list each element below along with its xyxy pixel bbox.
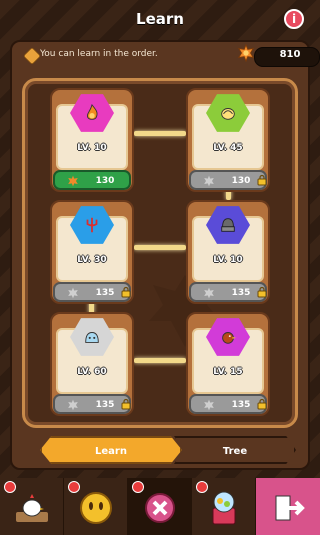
skill-level: LV. 30 [77,255,107,265]
connector [134,358,186,363]
skill-card[interactable]: LV. 10 135 [186,200,270,304]
exit-button[interactable] [256,478,320,535]
skill-level: LV. 10 [77,143,107,153]
lock-icon [121,286,131,298]
coin-face-icon [80,492,112,524]
skill-cost: 130 [95,176,115,186]
lock-icon [257,174,267,186]
skill-cost: 135 [95,288,115,298]
nav-close-button[interactable] [128,478,192,535]
skill-card[interactable]: LV. 30 135 [50,200,134,304]
order-bar: You can learn in the order. 810 [16,44,320,67]
flame-icon [86,104,98,120]
skill-cost: 135 [95,400,115,410]
gear-coin-icon [204,399,214,411]
tab-tree[interactable]: Tree [174,436,296,464]
lock-icon [257,398,267,410]
gear-icon [22,46,42,66]
page-title: Learn [136,10,184,28]
notification-dot [196,481,208,493]
skill-level: LV. 60 [77,367,107,377]
skill-level: LV. 45 [213,143,243,153]
nav-chicken-button[interactable] [0,478,64,535]
skill-level: LV. 15 [213,367,243,377]
bird-icon [222,332,237,344]
notification-dot [132,481,144,493]
gear-coin-icon [204,287,214,299]
skill-card[interactable]: LV. 60 135 [50,312,134,416]
skill-level: LV. 10 [213,255,243,265]
helmet-icon [221,218,235,232]
info-button[interactable]: i [284,9,304,29]
connector [134,131,186,136]
trident-icon [86,217,98,233]
header: Learn i [0,0,320,40]
tab-learn[interactable]: Learn [40,436,182,464]
nav-coin-button[interactable] [64,478,128,535]
gear-coin-icon [68,175,78,187]
learn-button[interactable]: 130 [53,170,131,190]
skill-cost: 130 [231,176,251,186]
skill-cost: 135 [231,400,251,410]
gear-coin-icon [68,287,78,299]
connector [134,245,186,250]
close-icon [145,493,175,523]
nav-gacha-button[interactable] [192,478,256,535]
lock-icon [121,398,131,410]
gear-coin-icon [204,175,214,187]
skill-cost: 135 [231,288,251,298]
tab-bar: Tree Learn [24,430,296,468]
currency-value: 810 [279,49,301,60]
gacha-machine-icon [212,491,236,525]
order-hint: You can learn in the order. [40,49,158,59]
skill-card[interactable]: LV. 45 130 [186,88,270,192]
exit-icon [275,495,305,521]
chicken-icon [16,494,48,522]
lock-icon [257,286,267,298]
skill-card[interactable]: LV. 10 130 [50,88,134,192]
skill-card[interactable]: LV. 15 135 [186,312,270,416]
gear-coin-icon [237,44,255,62]
gear-coin-icon [68,399,78,411]
slime-icon [85,332,99,343]
shell-icon [221,108,235,120]
notification-dot [4,481,16,493]
notification-dot [68,481,80,493]
